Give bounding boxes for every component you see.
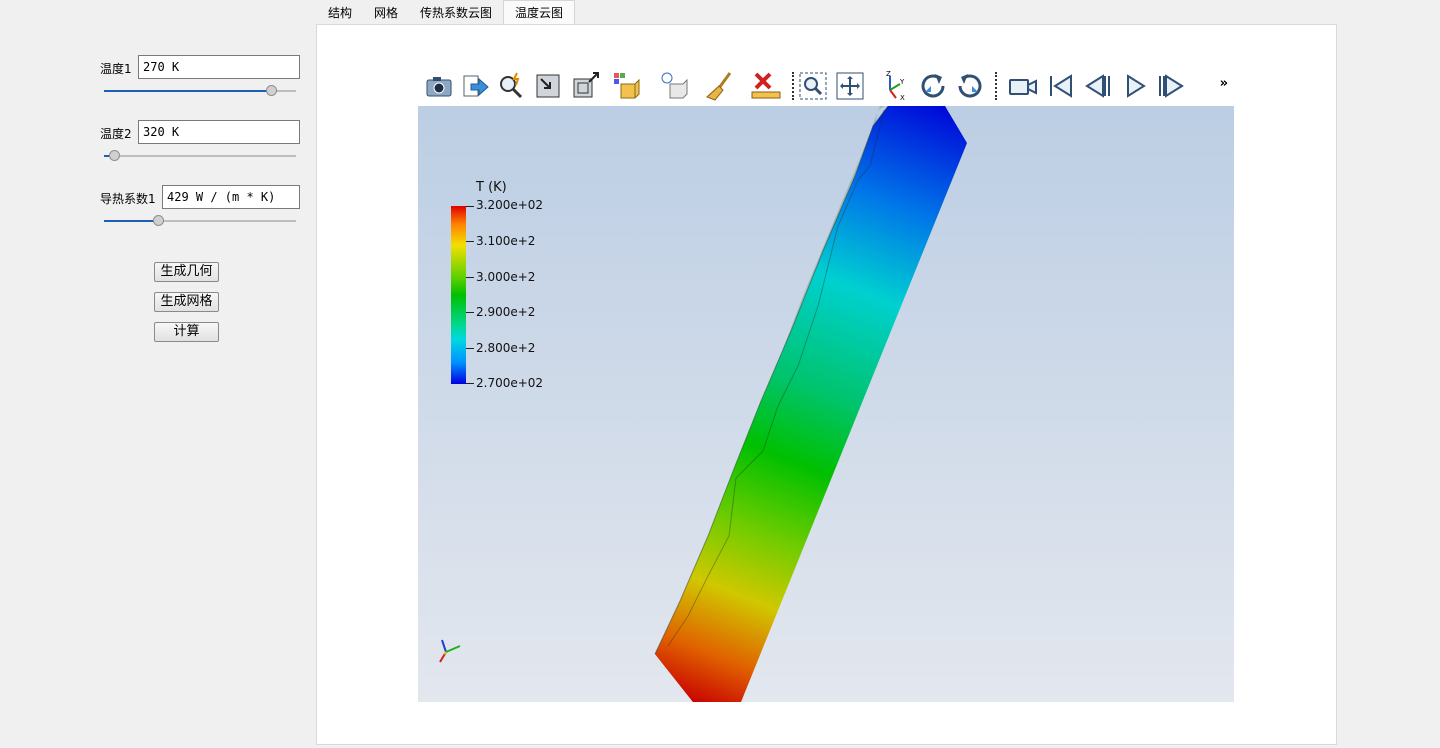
compute-button[interactable]: 计算 xyxy=(154,322,219,342)
reset-camera-icon[interactable] xyxy=(532,70,564,102)
temp2-slider[interactable] xyxy=(104,150,296,162)
legend-tick xyxy=(466,383,474,384)
probe-icon[interactable] xyxy=(495,70,527,102)
toolbar-separator xyxy=(995,72,997,100)
slider-thumb[interactable] xyxy=(266,85,278,96)
temp2-label: 温度2 xyxy=(100,127,132,141)
export-icon[interactable] xyxy=(459,70,491,102)
temp1-slider[interactable] xyxy=(104,85,296,97)
legend-tick-label: 3.000e+2 xyxy=(476,270,536,284)
legend-tick xyxy=(466,348,474,349)
video-camera-icon[interactable] xyxy=(1007,70,1039,102)
tab-bar: 结构 网格 传热系数云图 温度云图 xyxy=(317,0,576,24)
temp2-input[interactable] xyxy=(138,120,300,144)
ruler-icon[interactable] xyxy=(750,70,782,102)
tab-heat-transfer-coefficient[interactable]: 传热系数云图 xyxy=(409,0,503,24)
conductivity-input[interactable] xyxy=(162,185,300,209)
legend-tick-label: 2.900e+2 xyxy=(476,305,536,319)
rotate-cw-icon[interactable] xyxy=(917,70,949,102)
tab-mesh[interactable]: 网格 xyxy=(363,0,409,24)
orientation-axes-icon xyxy=(439,639,461,663)
zoom-to-box-icon[interactable] xyxy=(569,70,601,102)
legend-color-bar xyxy=(451,206,466,384)
legend-title: T (K) xyxy=(476,180,507,195)
legend-tick-label: 3.100e+2 xyxy=(476,234,536,248)
temp1-label: 温度1 xyxy=(100,62,132,76)
generate-geometry-button[interactable]: 生成几何 xyxy=(154,262,219,282)
slider-fill xyxy=(104,220,158,222)
zoom-select-icon[interactable] xyxy=(797,70,829,102)
fit-all-icon[interactable] xyxy=(834,70,866,102)
generate-mesh-button[interactable]: 生成网格 xyxy=(154,292,219,312)
temperature-model xyxy=(654,106,967,702)
legend-tick xyxy=(466,241,474,242)
svg-text:X: X xyxy=(900,94,905,102)
clear-icon[interactable] xyxy=(704,70,736,102)
legend-tick xyxy=(466,277,474,278)
tab-temperature-contour[interactable]: 温度云图 xyxy=(503,0,576,24)
play-icon[interactable] xyxy=(1119,70,1151,102)
legend-tick xyxy=(466,312,474,313)
app-window: 温度1 温度2 导热系数1 生成几何 生成网格 计算 结构 网格 传热系数云图 … xyxy=(0,0,1440,748)
slider-thumb[interactable] xyxy=(152,215,164,226)
legend-tick xyxy=(466,206,474,207)
last-frame-icon[interactable] xyxy=(1156,70,1188,102)
first-frame-icon[interactable] xyxy=(1045,70,1077,102)
conductivity-label: 导热系数1 xyxy=(100,192,156,206)
tab-structure[interactable]: 结构 xyxy=(317,0,363,24)
slider-thumb[interactable] xyxy=(108,150,120,161)
viewer-toolbar: ZYX » xyxy=(418,66,1234,106)
svg-text:Z: Z xyxy=(886,70,891,78)
legend-tick-label: 2.800e+2 xyxy=(476,341,536,355)
camera-icon[interactable] xyxy=(422,70,454,102)
rotate-ccw-icon[interactable] xyxy=(954,70,986,102)
light-icon[interactable] xyxy=(658,70,690,102)
legend-tick-label: 3.200e+02 xyxy=(476,198,544,212)
legend-tick-label: 2.700e+02 xyxy=(476,376,544,390)
svg-text:Y: Y xyxy=(899,78,905,86)
axes-orientation-icon[interactable]: ZYX xyxy=(880,70,912,102)
render-viewer[interactable]: ZYX » T (K) 3.200e+02 3.100e+2 3.000e+2 … xyxy=(418,66,1234,702)
slider-fill xyxy=(104,90,272,92)
conductivity-slider[interactable] xyxy=(104,215,296,227)
slider-track xyxy=(104,155,296,157)
toolbar-overflow-button[interactable]: » xyxy=(1220,76,1228,91)
temp1-input[interactable] xyxy=(138,55,300,79)
representation-icon[interactable] xyxy=(611,70,643,102)
toolbar-separator xyxy=(792,72,794,100)
previous-frame-icon[interactable] xyxy=(1081,70,1113,102)
render-scene[interactable]: T (K) 3.200e+02 3.100e+2 3.000e+2 2.900e… xyxy=(418,106,1234,702)
